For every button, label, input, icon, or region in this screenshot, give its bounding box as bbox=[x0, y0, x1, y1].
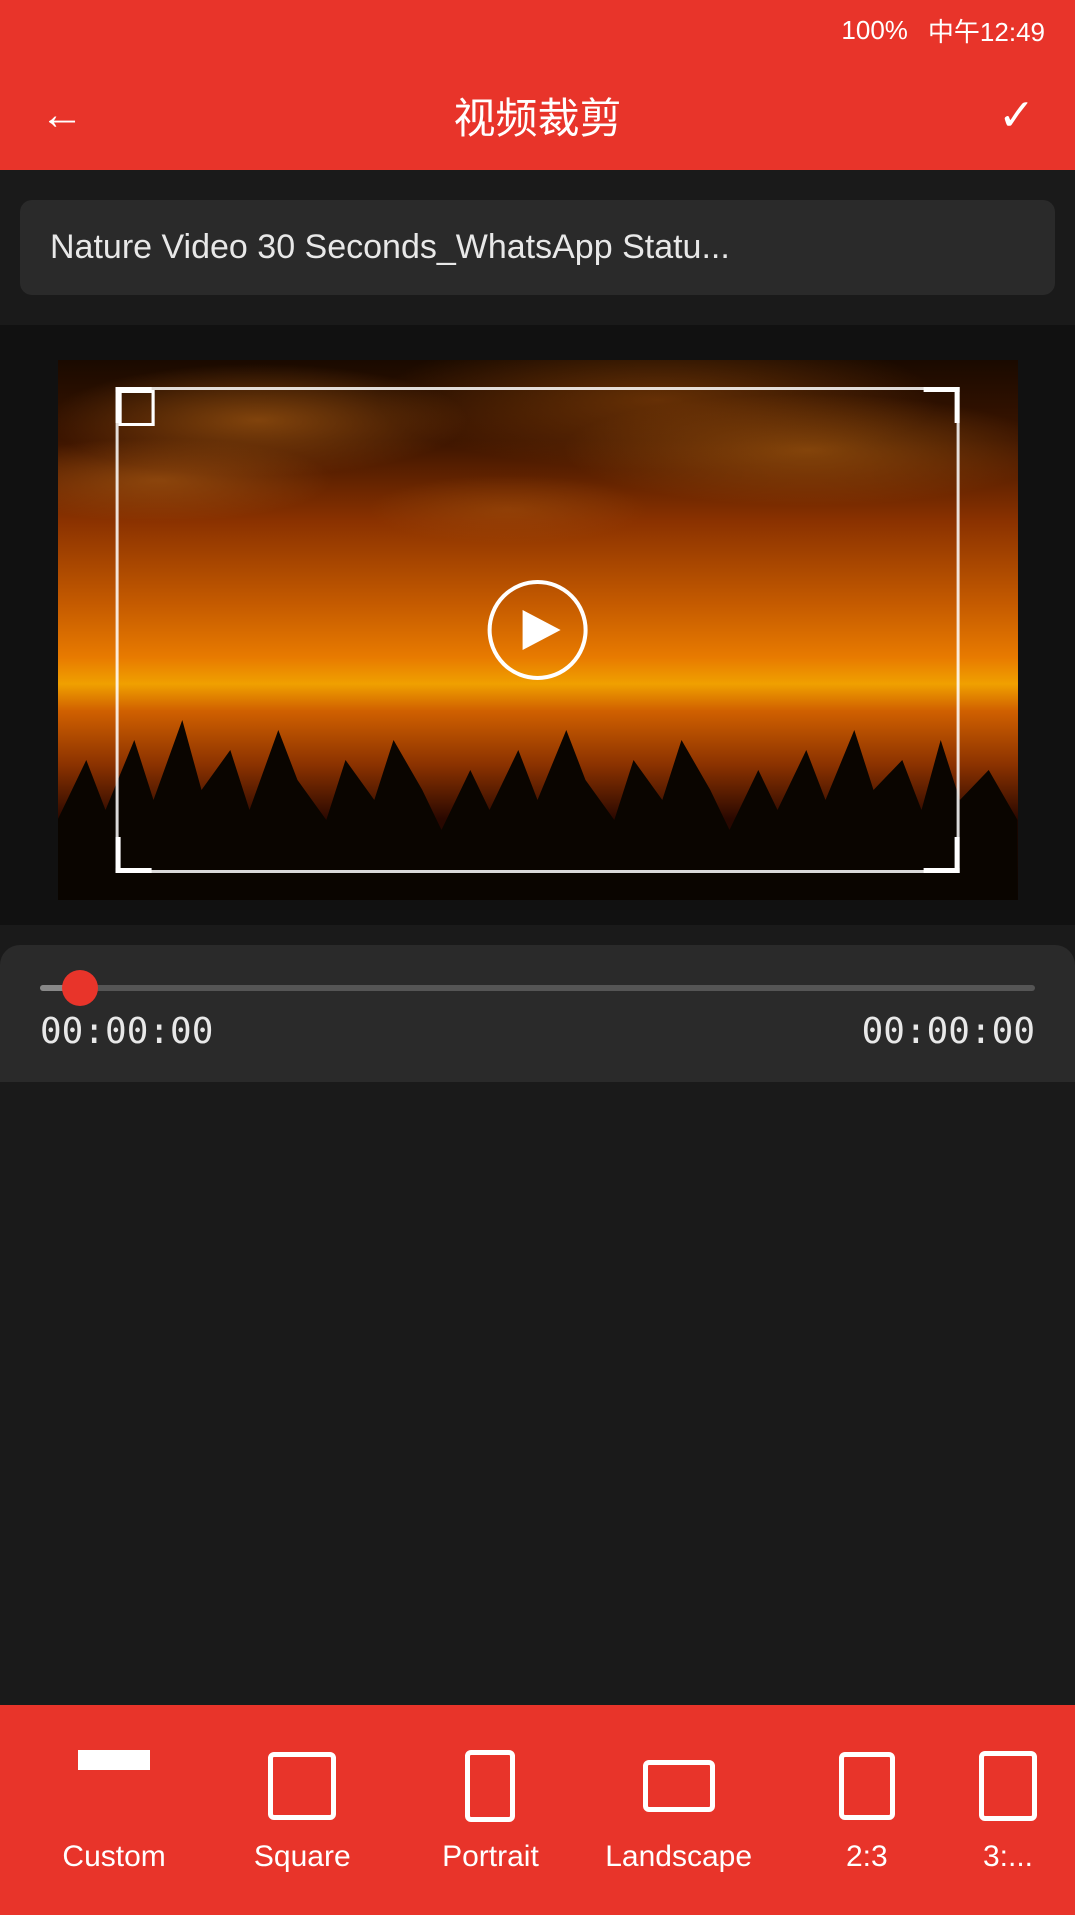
landscape-icon-container bbox=[639, 1746, 719, 1826]
aspect-ratio-3x[interactable]: 3:... bbox=[961, 1736, 1055, 1884]
filename-bar: Nature Video 30 Seconds_WhatsApp Statu..… bbox=[20, 200, 1055, 295]
status-text: 100% bbox=[841, 15, 908, 46]
video-wrapper bbox=[58, 360, 1018, 900]
timeline-section: 00:00:00 00:00:00 bbox=[0, 945, 1075, 1082]
confirm-button[interactable]: ✓ bbox=[975, 90, 1035, 141]
corner-br-icon bbox=[78, 1765, 150, 1770]
aspect-ratio-portrait[interactable]: Portrait bbox=[396, 1736, 584, 1884]
aspect-ratio-landscape[interactable]: Landscape bbox=[585, 1736, 773, 1884]
landscape-label: Landscape bbox=[605, 1840, 752, 1874]
custom-label: Custom bbox=[62, 1840, 165, 1874]
aspect-ratio-bar: Custom Square Portrait Landscape 2:3 3:.… bbox=[0, 1705, 1075, 1915]
ratio23-shape-icon bbox=[839, 1752, 895, 1820]
page-title: 视频裁剪 bbox=[100, 85, 975, 146]
ratio23-label: 2:3 bbox=[846, 1840, 888, 1874]
aspect-ratio-2-3[interactable]: 2:3 bbox=[773, 1736, 961, 1884]
scrubber-thumb[interactable] bbox=[62, 970, 98, 1006]
square-icon-container bbox=[262, 1746, 342, 1826]
scrubber-track[interactable] bbox=[40, 985, 1035, 991]
ratio34-shape-icon bbox=[979, 1751, 1037, 1821]
square-label: Square bbox=[254, 1840, 351, 1874]
portrait-label: Portrait bbox=[442, 1840, 539, 1874]
video-thumbnail bbox=[58, 360, 1018, 900]
ratio34-icon-container bbox=[968, 1746, 1048, 1826]
end-time: 00:00:00 bbox=[862, 1011, 1035, 1052]
status-bar: 100% 中午12:49 bbox=[0, 0, 1075, 60]
square-shape-icon bbox=[268, 1752, 336, 1820]
custom-icon bbox=[74, 1746, 154, 1826]
time-display: 00:00:00 00:00:00 bbox=[40, 1011, 1035, 1052]
ratio23-icon-container bbox=[827, 1746, 907, 1826]
ratio34-label: 3:... bbox=[983, 1840, 1033, 1874]
landscape-shape-icon bbox=[643, 1760, 715, 1812]
filename-text: Nature Video 30 Seconds_WhatsApp Statu..… bbox=[50, 228, 730, 266]
custom-corners-icon bbox=[78, 1750, 150, 1822]
aspect-ratio-square[interactable]: Square bbox=[208, 1736, 396, 1884]
video-container bbox=[0, 325, 1075, 925]
status-time: 中午12:49 bbox=[928, 12, 1045, 49]
header: ← 视频裁剪 ✓ bbox=[0, 60, 1075, 170]
aspect-ratio-custom[interactable]: Custom bbox=[20, 1736, 208, 1884]
portrait-icon-container bbox=[450, 1746, 530, 1826]
back-button[interactable]: ← bbox=[40, 90, 100, 140]
portrait-shape-icon bbox=[465, 1750, 515, 1822]
start-time: 00:00:00 bbox=[40, 1011, 213, 1052]
